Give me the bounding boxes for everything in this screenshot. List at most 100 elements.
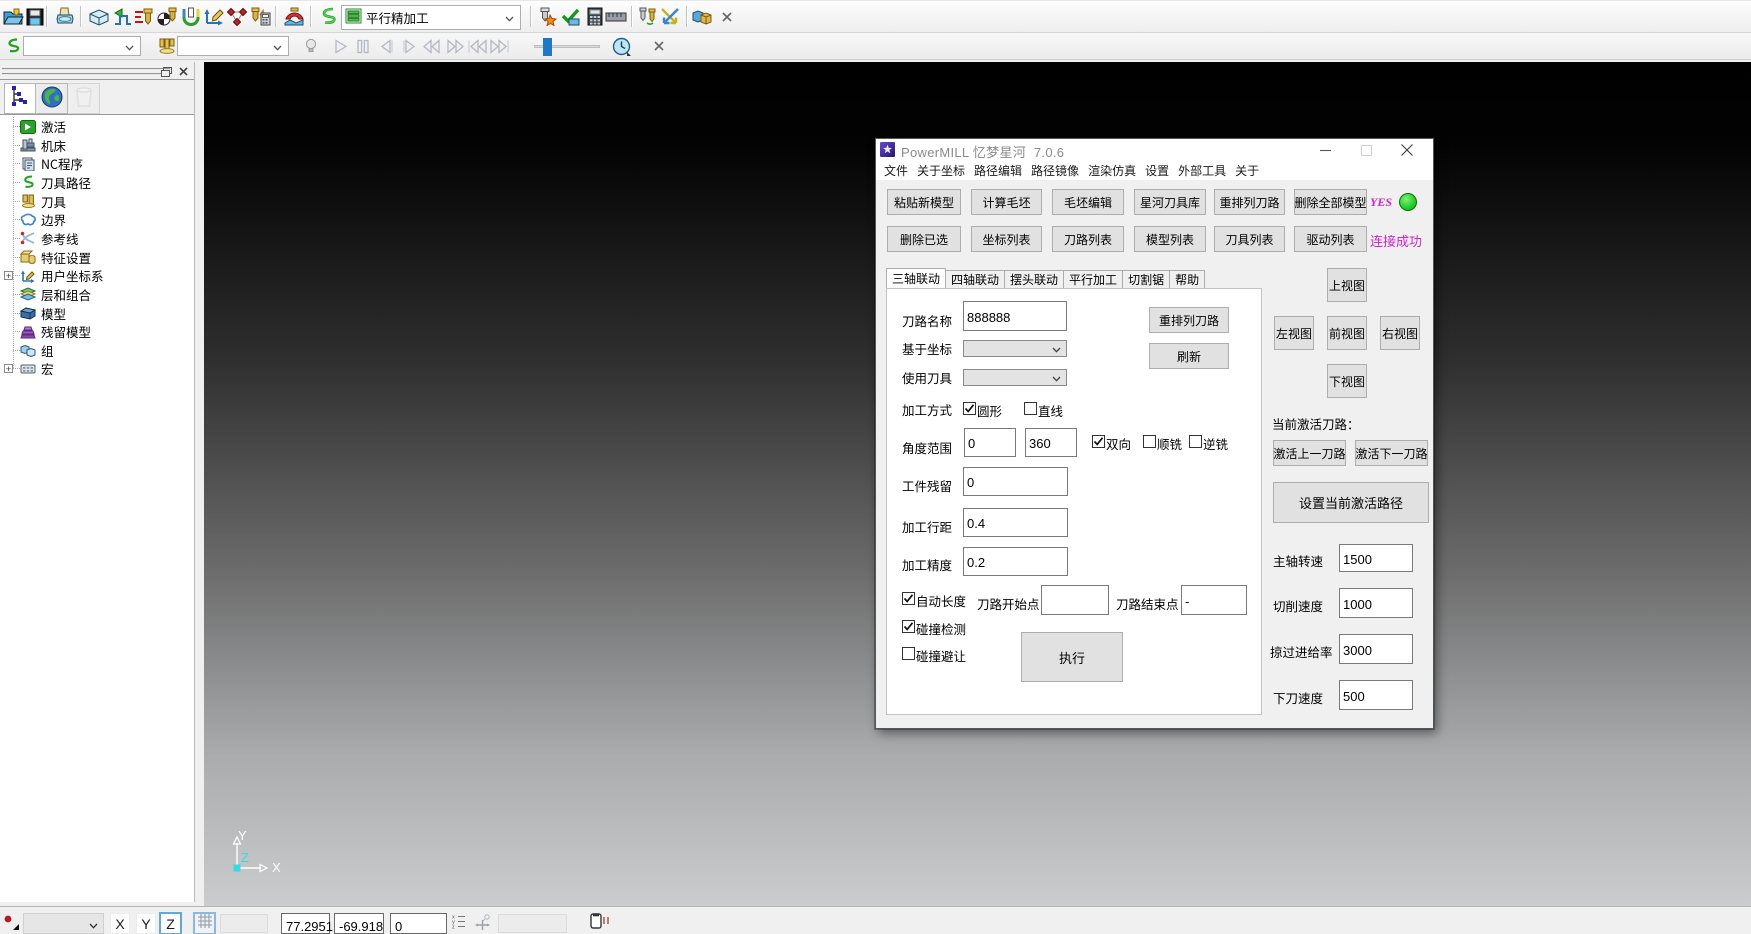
view-right-button[interactable]: 右视图	[1380, 316, 1420, 350]
tree-item-activate[interactable]: 激活	[0, 117, 66, 136]
tree-item-toolpath[interactable]: 刀具路径	[0, 173, 91, 192]
panel-tab-world[interactable]	[36, 83, 68, 114]
step-forward-icon[interactable]	[398, 35, 420, 57]
rapid-heights-icon[interactable]	[111, 6, 133, 28]
ruler-icon[interactable]	[605, 6, 627, 28]
coord-y-field[interactable]: -69.918	[334, 913, 384, 934]
workplane-edit-icon[interactable]	[203, 6, 225, 28]
tolerance-field[interactable]	[498, 914, 567, 933]
view-bottom-button[interactable]: 下视图	[1327, 364, 1367, 398]
to-end-icon[interactable]	[488, 35, 510, 57]
set-active-path-button[interactable]: 设置当前激活路径	[1273, 482, 1429, 523]
end-point-input[interactable]: -	[1181, 585, 1247, 615]
axis-x-button[interactable]: X	[110, 913, 130, 934]
circular-checkbox[interactable]	[963, 402, 976, 415]
auto-length-checkbox[interactable]	[902, 592, 915, 605]
spindle-speed-input[interactable]: 1500	[1339, 544, 1413, 572]
print-icon[interactable]	[54, 6, 76, 28]
quick-button-计算毛坯[interactable]: 计算毛坯	[971, 189, 1042, 215]
tree-item-models[interactable]: 模型	[0, 304, 66, 323]
quick-button-星河刀具库[interactable]: 星河刀具库	[1134, 189, 1206, 215]
menu-item-6[interactable]: 设置	[1145, 162, 1169, 179]
tree-item-nc-program[interactable]: NC程序	[0, 154, 83, 173]
menu-item-7[interactable]: 外部工具	[1178, 162, 1226, 179]
workplane-combo[interactable]	[23, 913, 104, 934]
activate-prev-button[interactable]: 激活上一刀路	[1273, 440, 1346, 466]
plunge-speed-input[interactable]: 500	[1339, 680, 1413, 710]
tab-帮助[interactable]: 帮助	[1170, 270, 1205, 288]
coord-z-field[interactable]: 0	[390, 913, 447, 934]
sim-speed-slider[interactable]	[534, 45, 600, 48]
collision-avoid-checkbox[interactable]	[902, 647, 915, 660]
climb-checkbox[interactable]	[1143, 435, 1156, 448]
panel-grip[interactable]	[2, 68, 170, 75]
holder-profile-icon[interactable]	[283, 6, 305, 28]
toolpath-name-input[interactable]: 888888	[963, 301, 1067, 331]
clock-icon[interactable]	[610, 35, 632, 57]
tree-item-boundary[interactable]: 边界	[0, 210, 66, 229]
verify-ok-icon[interactable]	[559, 6, 581, 28]
toolpath-strategy-combo[interactable]: 平行精加工	[341, 5, 521, 30]
pick-indicator-icon[interactable]	[2, 913, 20, 931]
based-coord-combo[interactable]	[963, 340, 1067, 357]
reorder-toolpath-button[interactable]: 重排列刀路	[1149, 307, 1229, 333]
pm-logo-icon[interactable]	[318, 6, 340, 28]
play-icon[interactable]	[330, 35, 352, 57]
dialog-titlebar[interactable]: PowerMILL 忆梦星河 7.0.6	[876, 139, 1433, 161]
collision-check-icon[interactable]	[536, 6, 558, 28]
quick-button-刀具列表[interactable]: 刀具列表	[1214, 226, 1285, 252]
axis-y-button[interactable]: Y	[136, 913, 156, 934]
tool-small-icon[interactable]	[156, 35, 178, 57]
quick-button-删除全部模型[interactable]: 删除全部模型	[1294, 189, 1367, 215]
quick-button-粘贴新模型[interactable]: 粘贴新模型	[887, 189, 961, 215]
tree-item-feature-set[interactable]: 特征设置	[0, 248, 91, 267]
straight-checkbox[interactable]	[1024, 402, 1037, 415]
tree-expand-toggle[interactable]: +	[4, 271, 13, 280]
menu-item-2[interactable]: 关于坐标	[917, 162, 965, 179]
view-top-button[interactable]: 上视图	[1327, 268, 1367, 302]
fast-forward-icon[interactable]	[444, 35, 466, 57]
start-point-input[interactable]	[1041, 585, 1109, 615]
use-tool-combo[interactable]	[963, 369, 1067, 386]
refresh-button[interactable]: 刷新	[1149, 343, 1229, 369]
tab-平行加工[interactable]: 平行加工	[1064, 270, 1123, 288]
xyz-list-icon[interactable]: xyz	[451, 913, 467, 929]
close-toolbar2-icon[interactable]	[648, 35, 670, 57]
quick-button-刀路列表[interactable]: 刀路列表	[1052, 226, 1124, 252]
step-back-icon[interactable]	[375, 35, 397, 57]
pause-icon[interactable]	[352, 35, 374, 57]
skim-rate-input[interactable]: 3000	[1339, 634, 1413, 664]
quick-button-毛坯编辑[interactable]: 毛坯编辑	[1052, 189, 1124, 215]
boxes-pair-icon[interactable]	[691, 6, 713, 28]
sim-tool-combo[interactable]	[177, 36, 289, 56]
activate-next-button[interactable]: 激活下一刀路	[1355, 440, 1428, 466]
calculator-icon[interactable]	[584, 6, 606, 28]
minimize-button[interactable]	[1310, 139, 1340, 161]
tree-item-pattern-ref[interactable]: 参考线	[0, 229, 79, 248]
close-toolbar-icon[interactable]	[716, 6, 738, 28]
sim-toolpath-combo[interactable]	[23, 36, 141, 56]
to-start-icon[interactable]	[466, 35, 488, 57]
menu-item-8[interactable]: 关于	[1235, 162, 1259, 179]
angle-to-input[interactable]: 360	[1025, 428, 1077, 457]
cutting-speed-input[interactable]: 1000	[1339, 588, 1413, 618]
view-front-button[interactable]: 前视图	[1327, 316, 1367, 350]
block-icon[interactable]	[88, 6, 110, 28]
axis-z-button[interactable]: Z	[159, 912, 182, 934]
quick-button-删除已选[interactable]: 删除已选	[887, 226, 961, 252]
menu-item-5[interactable]: 渲染仿真	[1088, 162, 1136, 179]
quick-button-驱动列表[interactable]: 驱动列表	[1294, 226, 1367, 252]
grid-size-field[interactable]	[220, 914, 268, 933]
axis-cross-icon[interactable]	[473, 913, 492, 930]
leads-links-icon[interactable]	[180, 6, 202, 28]
tab-四轴联动[interactable]: 四轴联动	[946, 270, 1005, 288]
view-left-button[interactable]: 左视图	[1274, 316, 1314, 350]
quick-button-重排列刀路[interactable]: 重排列刀路	[1214, 189, 1285, 215]
tree-item-levels[interactable]: 层和组合	[0, 285, 91, 304]
grid-toggle-button[interactable]	[193, 912, 216, 934]
tree-item-workplane[interactable]: 用户坐标系	[0, 266, 104, 285]
angle-from-input[interactable]: 0	[964, 428, 1016, 457]
tree-expand-toggle[interactable]: +	[4, 364, 13, 373]
stock-left-input[interactable]: 0	[963, 467, 1068, 496]
rewind-icon[interactable]	[420, 35, 442, 57]
